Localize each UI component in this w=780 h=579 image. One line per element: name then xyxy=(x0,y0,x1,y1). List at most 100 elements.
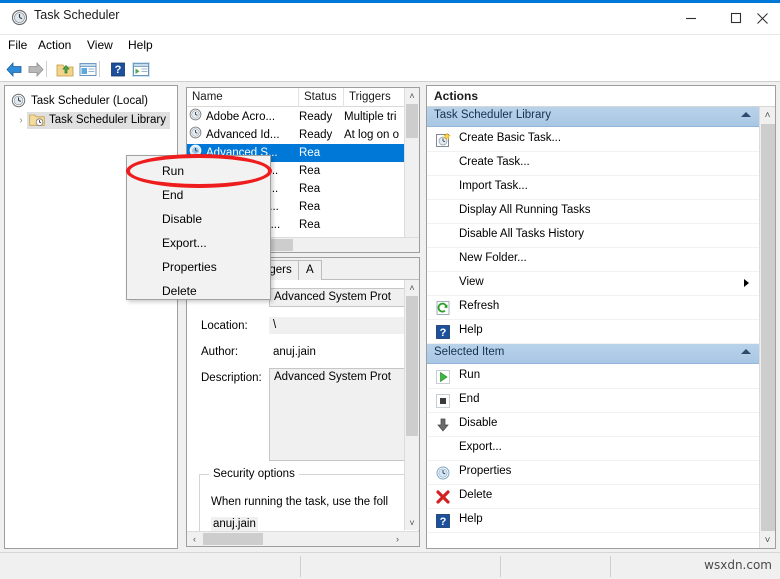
task-triggers-cell xyxy=(344,144,406,162)
task-name-cell: Adobe Acro... xyxy=(187,108,299,126)
action-label: Delete xyxy=(459,489,493,501)
action-export[interactable]: Export... xyxy=(427,437,759,461)
action-new-folder[interactable]: New Folder... xyxy=(427,248,759,272)
scroll-up-arrow-icon[interactable]: ˄ xyxy=(405,280,419,295)
chevron-right-icon[interactable]: › xyxy=(15,115,27,126)
detail-vertical-scrollbar[interactable]: ˄ ˅ xyxy=(404,280,419,530)
help-icon: ? xyxy=(435,324,451,340)
action-properties[interactable]: Properties xyxy=(427,461,759,485)
action-delete[interactable]: Delete xyxy=(427,485,759,509)
author-field-label: Author: xyxy=(201,346,239,358)
scroll-down-arrow-icon[interactable]: ˅ xyxy=(405,515,419,530)
task-list-vertical-scrollbar[interactable]: ˄ xyxy=(404,88,419,252)
context-menu-item-export[interactable]: Export... xyxy=(127,231,270,255)
task-triggers-cell: At log on o xyxy=(344,129,399,141)
chevron-up-icon[interactable] xyxy=(741,349,751,354)
scroll-right-arrow-icon[interactable]: › xyxy=(390,532,405,546)
action-disable[interactable]: Disable xyxy=(427,413,759,437)
task-scheduler-window: Task Scheduler File Action View Help ? T… xyxy=(0,0,780,579)
scroll-up-arrow-icon[interactable]: ˄ xyxy=(405,88,419,103)
context-menu-item-run[interactable]: Run xyxy=(127,159,270,183)
section-label: Task Scheduler Library xyxy=(434,109,551,121)
menu-view[interactable]: View xyxy=(87,38,113,54)
task-triggers-cell xyxy=(344,180,406,198)
pane-left-icon[interactable] xyxy=(78,60,98,79)
forward-arrow-icon[interactable] xyxy=(26,60,46,79)
back-arrow-icon[interactable] xyxy=(4,60,24,79)
action-run[interactable]: Run xyxy=(427,365,759,389)
context-menu-item-end[interactable]: End xyxy=(127,183,270,207)
action-view[interactable]: View xyxy=(427,272,759,296)
actions-pane-title: Actions xyxy=(427,86,775,107)
menu-file[interactable]: File xyxy=(8,38,27,54)
actions-section-selected-item[interactable]: Selected Item xyxy=(427,344,759,364)
column-header-status[interactable]: Status xyxy=(299,88,344,107)
actions-section-task-scheduler-library[interactable]: Task Scheduler Library xyxy=(427,107,759,127)
up-folder-icon[interactable] xyxy=(55,60,75,79)
pane-right-icon[interactable] xyxy=(131,60,151,79)
task-status-cell: Rea xyxy=(299,165,321,177)
scroll-up-arrow-icon[interactable]: ˄ xyxy=(760,107,775,123)
title-bar: Task Scheduler xyxy=(0,0,780,35)
scroll-down-arrow-icon[interactable]: ˅ xyxy=(760,532,775,548)
run-icon xyxy=(435,369,451,385)
task-name-label: Advanced Id... xyxy=(206,129,280,141)
scrollbar-thumb[interactable] xyxy=(406,104,418,138)
context-menu-item-disable[interactable]: Disable xyxy=(127,207,270,231)
scrollbar-thumb[interactable] xyxy=(406,296,418,436)
task-name-label: Adobe Acro... xyxy=(206,111,276,123)
task-status-cell: Rea xyxy=(299,147,321,159)
disable-icon xyxy=(435,417,451,433)
action-help-library[interactable]: ? Help xyxy=(427,320,759,344)
location-field-value: \ xyxy=(269,317,419,334)
action-disable-all-tasks-history[interactable]: Disable All Tasks History xyxy=(427,224,759,248)
clock-icon xyxy=(11,9,28,26)
action-display-all-running-tasks[interactable]: Display All Running Tasks xyxy=(427,200,759,224)
task-name-cell: Advanced Id... xyxy=(187,126,299,144)
context-menu-item-properties[interactable]: Properties xyxy=(127,255,270,279)
menu-bar: File Action View Help xyxy=(0,35,780,56)
detail-horizontal-scrollbar[interactable]: ‹ › xyxy=(187,531,419,546)
tab-actions[interactable]: A xyxy=(298,260,322,280)
task-status-cell: Rea xyxy=(299,183,321,195)
action-label: View xyxy=(459,276,484,288)
context-menu-item-delete[interactable]: Delete xyxy=(127,279,270,303)
action-create-task[interactable]: Create Task... xyxy=(427,152,759,176)
svg-text:?: ? xyxy=(440,327,447,339)
help-icon: ? xyxy=(435,513,451,529)
action-end[interactable]: End xyxy=(427,389,759,413)
column-header-triggers[interactable]: Triggers xyxy=(344,88,406,107)
refresh-icon xyxy=(435,300,451,316)
menu-help[interactable]: Help xyxy=(128,38,153,54)
scrollbar-thumb[interactable] xyxy=(203,533,263,545)
scrollbar-thumb[interactable] xyxy=(761,124,775,531)
security-options-legend: Security options xyxy=(209,468,299,480)
column-header-name[interactable]: Name xyxy=(187,88,299,107)
sidebar-item-task-scheduler-library[interactable]: › Task Scheduler Library xyxy=(15,111,174,130)
properties-icon xyxy=(435,465,451,481)
task-triggers-cell xyxy=(344,162,406,180)
help-icon[interactable]: ? xyxy=(108,60,128,79)
table-row[interactable]: Adobe Acro... Ready Multiple tri xyxy=(187,108,419,126)
action-help-selected[interactable]: ? Help xyxy=(427,509,759,533)
action-import-task[interactable]: Import Task... xyxy=(427,176,759,200)
tree-item-task-scheduler-local[interactable]: Task Scheduler (Local) xyxy=(11,91,148,110)
close-button[interactable] xyxy=(745,3,779,33)
create-basic-task-icon xyxy=(435,132,451,148)
action-refresh[interactable]: Refresh xyxy=(427,296,759,320)
action-label: End xyxy=(459,393,480,405)
actions-pane: Actions Task Scheduler Library Create Ba… xyxy=(426,85,776,549)
actions-pane-scrollbar[interactable]: ˄ ˅ xyxy=(759,107,775,548)
action-create-basic-task[interactable]: Create Basic Task... xyxy=(427,128,759,152)
table-row[interactable]: Advanced Id... Ready At log on o xyxy=(187,126,419,144)
chevron-up-icon[interactable] xyxy=(741,112,751,117)
description-field-label: Description: xyxy=(201,372,262,384)
action-label: Help xyxy=(459,324,483,336)
chevron-right-icon[interactable] xyxy=(744,279,749,287)
menu-action[interactable]: Action xyxy=(38,38,71,54)
scroll-left-arrow-icon[interactable]: ‹ xyxy=(187,532,202,546)
author-field-value: anuj.jain xyxy=(273,346,316,358)
action-label: Disable All Tasks History xyxy=(459,228,585,240)
minimize-button[interactable] xyxy=(668,3,713,33)
name-field-value: Advanced System Prot xyxy=(269,288,419,307)
